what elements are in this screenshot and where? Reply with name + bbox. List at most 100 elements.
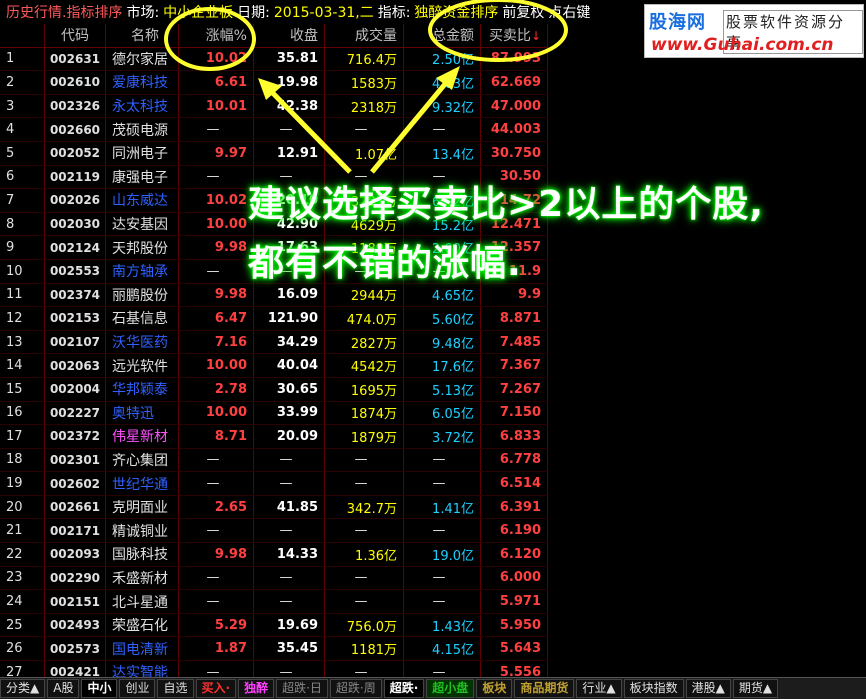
table-row[interactable]: 13 002107 沃华医药 7.16 34.29 2827万 9.48亿 7.485: [0, 330, 548, 355]
col-name[interactable]: 名称: [105, 24, 179, 48]
change-pct: 9.97: [178, 141, 254, 166]
tab-9[interactable]: 超跌·: [383, 679, 425, 698]
tab-2[interactable]: 中小: [81, 679, 118, 698]
tab-0[interactable]: 分类▲: [0, 679, 46, 698]
row-index: 20: [0, 495, 45, 520]
date-value[interactable]: 2015-03-31,二: [274, 2, 374, 22]
tab-4[interactable]: 自选: [157, 679, 194, 698]
close-price: 40.04: [253, 353, 325, 378]
stock-name: 茂硕电源: [105, 117, 179, 142]
table-row[interactable]: 17 002372 伟星新材 8.71 20.09 1879万 3.72亿 6.833: [0, 424, 548, 449]
buy-sell-ratio: 9.9: [480, 283, 548, 308]
change-pct: 10.00: [178, 212, 254, 237]
table-row[interactable]: 26 002573 国电清新 1.87 35.45 1181万 4.15亿 5.643: [0, 636, 548, 662]
tab-13[interactable]: 行业▲: [576, 679, 622, 698]
col-change-pct[interactable]: 涨幅%: [178, 24, 254, 48]
change-pct: 2.65: [178, 495, 254, 520]
change-pct: 2.78: [178, 377, 254, 402]
col-buy-sell-ratio[interactable]: 买卖比↓: [480, 24, 548, 48]
market-value[interactable]: 中小企业板: [163, 2, 233, 22]
table-row[interactable]: 5 002052 同洲电子 9.97 12.91 1.07亿 13.4亿 30.750: [0, 141, 548, 166]
table-row[interactable]: 16 002227 奥特迅 10.00 33.99 1874万 6.05亿 7.150: [0, 401, 548, 426]
stock-code: 002030: [44, 212, 106, 237]
stock-name: 国脉科技: [105, 542, 179, 567]
table-row[interactable]: 18 002301 齐心集团 — — — —6.778: [0, 448, 548, 473]
table-row[interactable]: 1 002631 德尔家居 10.02 35.81 716.4万 2.50亿 87.993: [0, 47, 548, 72]
tab-16[interactable]: 期货▲: [732, 679, 779, 698]
table-row[interactable]: 3 002326 永太科技 10.01 42.38 2318万 9.32亿 47.000: [0, 94, 548, 119]
tab-8[interactable]: 超跌·周: [329, 679, 382, 698]
close-price: 12.91: [253, 141, 325, 166]
stock-name: 爱康科技: [105, 70, 179, 95]
amount: 2.50亿: [403, 47, 481, 72]
row-index: 2: [0, 70, 45, 95]
tab-7[interactable]: 超跌·日: [276, 679, 328, 698]
change-pct: —: [178, 259, 254, 284]
stock-name: 永太科技: [105, 94, 179, 119]
table-row[interactable]: 25 002493 荣盛石化 5.29 19.69 756.0万 1.43亿 5.950: [0, 613, 548, 638]
context-hint: 点右键: [548, 5, 591, 21]
amount: 1.43亿: [403, 613, 481, 638]
tab-14[interactable]: 板块指数: [623, 679, 684, 698]
col-close[interactable]: 收盘: [253, 24, 325, 48]
row-index: 14: [0, 353, 45, 378]
table-row[interactable]: 22 002093 国脉科技 9.98 14.33 1.36亿 19.0亿 6.120: [0, 542, 548, 567]
col-volume[interactable]: 成交量: [324, 24, 404, 48]
table-row[interactable]: 15 002004 华邦颖泰 2.78 30.65 1695万 5.13亿 7.267: [0, 377, 548, 402]
buy-sell-ratio: 6.190: [480, 518, 548, 544]
table-row[interactable]: 2 002610 爱康科技 6.61 19.98 1583万 4.63亿 62.669: [0, 70, 548, 95]
row-index: 16: [0, 401, 45, 426]
stock-code: 002171: [44, 518, 106, 544]
volume: 1.07亿: [324, 141, 404, 166]
row-index: 15: [0, 377, 45, 402]
buy-sell-ratio: 30.750: [480, 141, 548, 166]
amount: 17.6亿: [403, 353, 481, 378]
close-price: 30.65: [253, 377, 325, 402]
table-row[interactable]: 12 002153 石基信息 6.47 121.90 474.0万 5.60亿 8.871: [0, 306, 548, 331]
col-amount[interactable]: 总金额: [403, 24, 481, 48]
tab-15[interactable]: 港股▲: [685, 679, 731, 698]
stock-code: 002093: [44, 542, 106, 567]
amount: 4.15亿: [403, 636, 481, 662]
tab-11[interactable]: 板块: [476, 679, 513, 698]
row-index: 22: [0, 542, 45, 567]
stock-code: 002374: [44, 283, 106, 308]
table-row[interactable]: 14 002063 远光软件 10.00 40.04 4542万 17.6亿 7.367: [0, 353, 548, 378]
change-pct: —: [178, 165, 254, 190]
table-row[interactable]: 21 002171 精诚铜业 — — — —6.190: [0, 518, 548, 544]
tab-1[interactable]: A股: [47, 679, 80, 698]
buy-sell-ratio: 5.643: [480, 636, 548, 662]
change-pct: —: [178, 566, 254, 591]
table-row[interactable]: 11 002374 丽鹏股份 9.98 16.09 2944万 4.65亿 9.9: [0, 283, 548, 308]
tab-5[interactable]: 买入·: [195, 679, 237, 698]
tab-3[interactable]: 创业: [119, 679, 156, 698]
stock-name: 奥特迅: [105, 401, 179, 426]
stock-name: 禾盛新材: [105, 566, 179, 591]
buy-sell-ratio: 6.514: [480, 471, 548, 496]
table-row[interactable]: 20 002661 克明面业 2.65 41.85 342.7万 1.41亿 6.391: [0, 495, 548, 520]
close-price: —: [253, 448, 325, 473]
table-row[interactable]: 4 002660 茂硕电源 — — — —44.003: [0, 117, 548, 142]
amount: —: [403, 518, 481, 544]
indicator-value[interactable]: 独醉资金排序: [414, 2, 498, 22]
close-price: 41.85: [253, 495, 325, 520]
adjust-mode[interactable]: 前复权: [502, 2, 544, 22]
amount: 1.41亿: [403, 495, 481, 520]
col-code[interactable]: 代码: [44, 24, 106, 48]
close-price: 121.90: [253, 306, 325, 331]
row-index: 7: [0, 188, 45, 213]
tab-12[interactable]: 商品期货: [514, 679, 575, 698]
stock-name: 世纪华通: [105, 471, 179, 496]
buy-sell-ratio: 87.993: [480, 47, 548, 72]
tab-10[interactable]: 超小盘: [426, 679, 475, 698]
stock-code: 002631: [44, 47, 106, 72]
stock-name: 达安基因: [105, 212, 179, 237]
row-index: 21: [0, 518, 45, 544]
table-row[interactable]: 23 002290 禾盛新材 — — — —6.000: [0, 566, 548, 591]
tab-6[interactable]: 独醉: [238, 679, 275, 698]
table-row[interactable]: 24 002151 北斗星通 — — — —5.971: [0, 589, 548, 614]
close-price: 42.38: [253, 94, 325, 119]
stock-name: 荣盛石化: [105, 613, 179, 638]
table-row[interactable]: 19 002602 世纪华通 — — — —6.514: [0, 471, 548, 496]
close-price: 19.69: [253, 613, 325, 638]
